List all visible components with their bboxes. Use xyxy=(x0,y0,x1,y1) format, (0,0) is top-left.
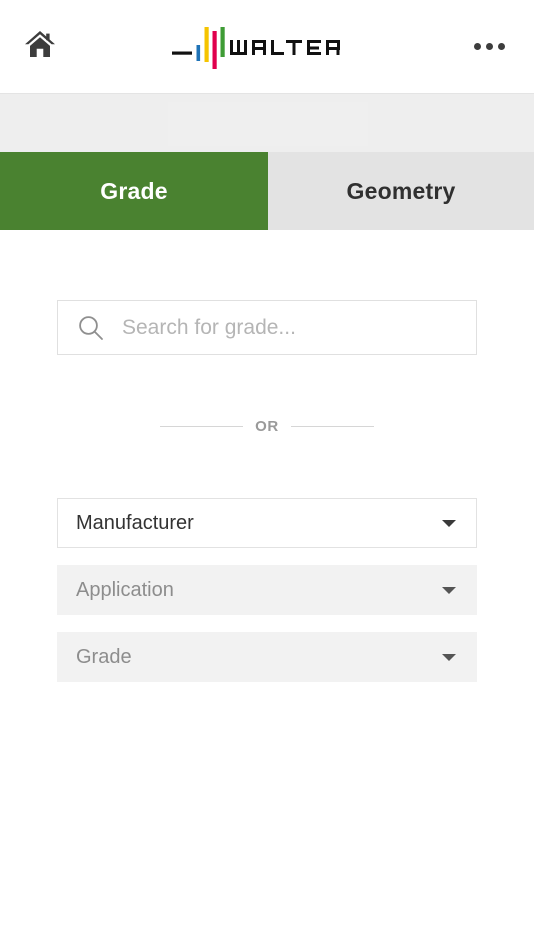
more-options-icon xyxy=(497,43,505,50)
filter-dropdowns: Manufacturer Application Grade xyxy=(57,498,477,699)
search-field[interactable] xyxy=(57,300,477,355)
home-icon xyxy=(24,29,56,64)
dropdown-application[interactable]: Application xyxy=(57,565,477,615)
tab-geometry-label: Geometry xyxy=(346,177,456,204)
walter-logo xyxy=(54,21,466,73)
divider-line-right xyxy=(290,425,375,427)
app-root: Grade Geometry OR Manufacturer xyxy=(0,0,534,950)
logo-dash xyxy=(172,51,192,55)
search-icon xyxy=(76,313,106,343)
divider-line-left xyxy=(160,425,244,427)
secondary-bar-highlight xyxy=(168,102,368,146)
secondary-bar xyxy=(0,94,534,152)
chevron-down-icon xyxy=(442,520,456,527)
search-input[interactable] xyxy=(122,315,452,340)
dropdown-manufacturer-label: Manufacturer xyxy=(76,511,194,534)
main-content: OR Manufacturer Application Grade xyxy=(0,230,534,950)
dropdown-grade[interactable]: Grade xyxy=(57,632,477,682)
tab-grade[interactable]: Grade xyxy=(0,152,268,230)
chevron-down-icon xyxy=(442,587,456,594)
more-options-icon xyxy=(473,43,481,50)
tab-geometry[interactable]: Geometry xyxy=(268,152,534,230)
more-options-icon xyxy=(485,43,493,50)
tab-grade-label: Grade xyxy=(100,177,168,204)
more-options-button[interactable] xyxy=(466,25,512,69)
app-header xyxy=(0,0,534,94)
dropdown-manufacturer[interactable]: Manufacturer xyxy=(57,498,477,548)
dropdown-grade-label: Grade xyxy=(76,645,132,668)
chevron-down-icon xyxy=(442,654,456,661)
dropdown-application-label: Application xyxy=(76,578,174,601)
or-divider: OR xyxy=(160,415,375,437)
tab-bar: Grade Geometry xyxy=(0,152,534,230)
or-label: OR xyxy=(255,417,279,435)
